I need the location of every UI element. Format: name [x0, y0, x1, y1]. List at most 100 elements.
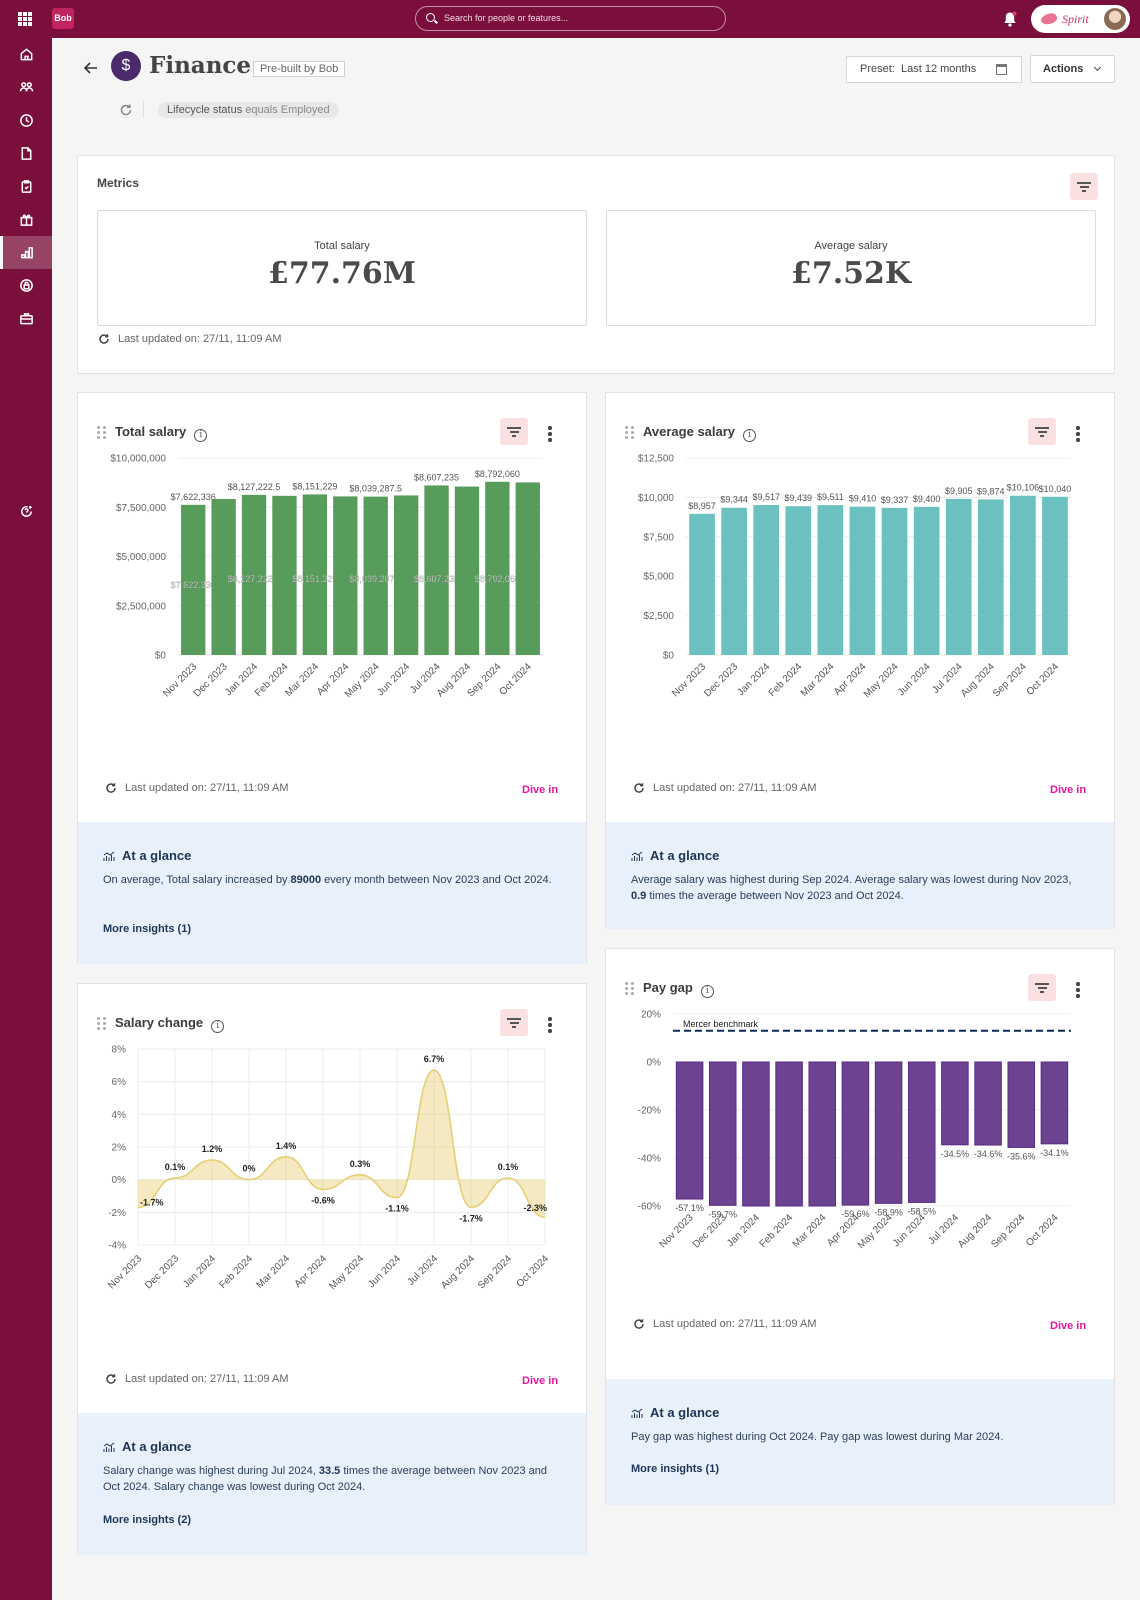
refresh-icon[interactable]	[119, 103, 133, 117]
more-options-icon[interactable]	[1076, 426, 1080, 442]
sidebar-item-analytics[interactable]	[0, 236, 52, 269]
y-tick-label: -4%	[108, 1241, 126, 1252]
prebuilt-badge: Pre-built by Bob	[253, 61, 346, 77]
last-updated-text: Last updated on: 27/11, 11:09 AM	[653, 1318, 817, 1330]
info-icon[interactable]: i	[211, 1020, 225, 1033]
data-label: $9,439	[785, 493, 813, 503]
apps-grid-icon[interactable]	[18, 12, 32, 26]
gift-icon	[20, 214, 32, 226]
bar	[753, 505, 780, 655]
widget-total-salary: Total salary i $0 $2,500,000 $5,000,000 $7,5…	[77, 392, 587, 964]
back-arrow-icon[interactable]	[82, 59, 100, 77]
dive-in-link[interactable]: Dive in	[1050, 1320, 1086, 1332]
data-label: $8,127,222.5	[228, 482, 281, 492]
bar	[945, 498, 972, 655]
filter-button[interactable]	[1070, 173, 1098, 200]
widget-title-text: Average salary	[643, 424, 736, 439]
data-label: 0.1%	[165, 1162, 186, 1172]
filter-chip[interactable]: Lifecycle status equals Employed	[158, 102, 339, 118]
metric-label: Total salary	[314, 240, 370, 252]
data-label: 1.2%	[202, 1144, 223, 1154]
bar	[785, 506, 812, 655]
data-label: $9,344	[720, 495, 748, 505]
sidebar-item-home[interactable]	[0, 38, 52, 71]
metric-card-average-salary: Average salary £7.52K	[606, 210, 1096, 326]
bar	[454, 486, 480, 655]
bar	[742, 1061, 770, 1207]
more-options-icon[interactable]	[548, 1017, 552, 1033]
y-tick-label: 8%	[112, 1045, 127, 1056]
sidebar-item-people[interactable]	[0, 71, 52, 104]
actions-dropdown[interactable]: Actions	[1030, 55, 1115, 83]
data-label: -35.6%	[1007, 1151, 1036, 1161]
filter-button[interactable]	[1028, 974, 1056, 1001]
more-insights-link[interactable]: More insights (1)	[103, 923, 191, 935]
more-options-icon[interactable]	[548, 426, 552, 442]
bar-chart-icon	[20, 247, 33, 259]
y-tick-label: -20%	[638, 1106, 661, 1117]
drag-handle-icon[interactable]	[97, 426, 106, 439]
spirit-profile-button[interactable]: Spirit	[1031, 5, 1130, 33]
bar	[941, 1061, 969, 1146]
filter-button[interactable]	[1028, 418, 1056, 445]
sidebar-item-time[interactable]	[0, 104, 52, 137]
filter-button[interactable]	[500, 1009, 528, 1036]
search-placeholder: Search for people or features...	[444, 13, 569, 23]
drag-handle-icon[interactable]	[625, 982, 634, 995]
search-input[interactable]: Search for people or features...	[415, 6, 726, 31]
bar	[849, 506, 876, 655]
divider	[143, 101, 144, 118]
glance-title: At a glance	[650, 848, 720, 863]
info-icon[interactable]: i	[743, 429, 757, 442]
bob-logo[interactable]: Bob	[52, 8, 74, 29]
x-tick-label: May 2024	[327, 1253, 366, 1292]
y-tick-label: $0	[155, 651, 167, 662]
sidebar-item-tasks[interactable]	[0, 170, 52, 203]
sidebar	[0, 38, 52, 1600]
more-insights-link[interactable]: More insights (2)	[103, 1514, 191, 1526]
sidebar-help-button[interactable]	[0, 495, 52, 528]
x-tick-label: Jan 2024	[181, 1253, 218, 1290]
user-avatar[interactable]	[1104, 8, 1126, 30]
data-label: $10,040	[1039, 484, 1072, 494]
data-label: -34.1%	[1040, 1148, 1069, 1158]
more-options-icon[interactable]	[1076, 982, 1080, 998]
drag-handle-icon[interactable]	[97, 1017, 106, 1030]
y-tick-label: $7,500,000	[116, 503, 166, 514]
data-label: -1.1%	[385, 1204, 409, 1214]
spirit-label: Spirit	[1062, 12, 1089, 26]
info-icon[interactable]: i	[194, 429, 208, 442]
data-label-inner: $8,607,235	[414, 574, 459, 584]
salary-change-chart: -4% -2% 0% 2% 4% 6% 8% Nov 2023Dec 2023 Jan 2024…	[106, 1045, 551, 1293]
data-label: -1.7%	[140, 1197, 164, 1207]
sidebar-item-benefits[interactable]	[0, 203, 52, 236]
y-tick-label: 20%	[641, 1010, 661, 1021]
drag-handle-icon[interactable]	[625, 426, 634, 439]
people-icon	[19, 82, 33, 92]
bar	[675, 1061, 704, 1200]
data-label: $8,039,287.5	[349, 484, 402, 494]
sidebar-item-jobs[interactable]	[0, 302, 52, 335]
sidebar-item-privacy[interactable]	[0, 269, 52, 302]
filter-button[interactable]	[500, 418, 528, 445]
x-tick-label: Oct 2024	[1025, 661, 1062, 698]
bell-icon[interactable]	[1003, 11, 1017, 27]
bar	[974, 1061, 1002, 1146]
dive-in-link[interactable]: Dive in	[522, 784, 558, 796]
bar	[424, 485, 449, 655]
widget-title-text: Total salary	[115, 424, 187, 439]
dive-in-link[interactable]: Dive in	[1050, 784, 1086, 796]
home-icon	[20, 48, 32, 61]
pay-gap-chart: -60%-40%-20%0%20%Nov 2023Dec 2023Jan 202…	[638, 1010, 1071, 1251]
widget-title-text: Salary change	[115, 1015, 204, 1030]
sidebar-item-documents[interactable]	[0, 137, 52, 170]
bar	[881, 507, 908, 655]
data-label-inner: $7,622,336	[171, 580, 216, 590]
refresh-icon	[634, 1319, 644, 1329]
bar	[1040, 1061, 1069, 1145]
glance-title: At a glance	[122, 848, 192, 863]
info-icon[interactable]: i	[700, 985, 714, 998]
more-insights-link[interactable]: More insights (1)	[631, 1463, 719, 1475]
preset-date-picker[interactable]: Preset: Last 12 months	[846, 56, 1022, 83]
dive-in-link[interactable]: Dive in	[522, 1375, 558, 1387]
